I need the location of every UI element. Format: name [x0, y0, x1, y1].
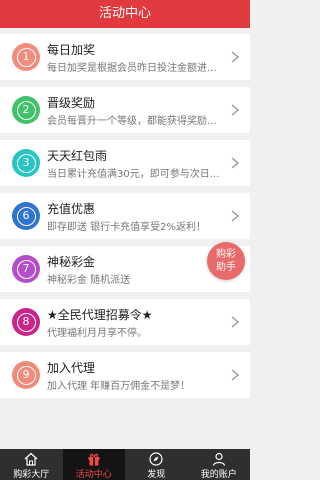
tab-my-account[interactable]: 我的账户	[188, 449, 251, 480]
promotion-title: 每日加奖	[47, 43, 96, 57]
float-button-line2: 助手	[216, 262, 236, 273]
tab-label: 活动中心	[75, 470, 112, 480]
promotion-desc: 每日加奖是根据会员昨日投注金额进...	[47, 63, 217, 74]
chevron-right-icon	[231, 369, 240, 381]
number-3-icon: 3	[12, 149, 40, 177]
float-button-line1: 购彩	[216, 249, 236, 260]
chevron-right-icon	[231, 157, 240, 169]
promotion-item-deposit-offer[interactable]: 6 充值优惠 即存即送 银行卡充值享受2%返利！	[0, 193, 250, 239]
promotion-item-daily-bonus[interactable]: 1 每日加奖 每日加奖是根据会员昨日投注金额进...	[0, 34, 250, 80]
promotion-title: 充值优惠	[47, 202, 96, 216]
chevron-right-icon	[231, 316, 240, 328]
promotion-item-red-envelope-rain[interactable]: 3 天天红包雨 当日累计充值满30元，即可参与次日...	[0, 140, 250, 186]
number-8-icon: 8	[12, 308, 40, 336]
tab-label: 发现	[147, 470, 166, 480]
number-2-icon: 2	[12, 96, 40, 124]
promotion-title: 加入代理	[47, 361, 96, 375]
number-1-icon: 1	[12, 43, 40, 71]
promotion-desc: 当日累计充值满30元，即可参与次日...	[47, 169, 220, 180]
tab-activity-center[interactable]: 活动中心	[62, 449, 125, 480]
bottom-tab-bar: 购彩大厅 活动中心 发现 我的账户	[0, 449, 250, 480]
user-icon	[212, 452, 225, 466]
tab-label: 我的账户	[200, 470, 237, 480]
home-icon	[24, 452, 38, 466]
promotion-desc: 会员每晋升一个等级，都能获得奖励...	[47, 116, 217, 127]
chevron-right-icon	[231, 210, 240, 222]
promotion-item-join-agent[interactable]: 9 加入代理 加入代理 年赚百万佣金不是梦！	[0, 352, 250, 398]
tab-lottery-hall[interactable]: 购彩大厅	[0, 449, 63, 480]
compass-icon	[149, 452, 163, 466]
promotion-desc: 代理福利月月享不停。	[47, 328, 147, 339]
promotion-desc: 加入代理 年赚百万佣金不是梦！	[47, 381, 191, 392]
promotion-item-agent-recruitment[interactable]: 8 ★全民代理招募令★ 代理福利月月享不停。	[0, 299, 250, 345]
tab-discover[interactable]: 发现	[125, 449, 188, 480]
promotion-title: 晋级奖励	[47, 96, 96, 110]
tab-label: 购彩大厅	[13, 470, 50, 480]
page-header: 活动中心	[0, 0, 250, 28]
promotion-title: 神秘彩金	[47, 255, 96, 269]
promotion-title: 天天红包雨	[47, 149, 108, 163]
promotion-desc: 神秘彩金 随机派送	[47, 275, 131, 286]
purchase-assistant-button[interactable]: 购彩 助手	[207, 242, 245, 280]
promotion-item-promotion-reward[interactable]: 2 晋级奖励 会员每晋升一个等级，都能获得奖励...	[0, 87, 250, 133]
number-7-icon: 7	[12, 255, 40, 283]
chevron-right-icon	[231, 104, 240, 116]
promotion-list: 1 每日加奖 每日加奖是根据会员昨日投注金额进... 2 晋级奖励 会员每晋升一…	[0, 34, 250, 405]
chevron-right-icon	[231, 51, 240, 63]
number-6-icon: 6	[12, 202, 40, 230]
number-9-icon: 9	[12, 361, 40, 389]
promotion-title: ★全民代理招募令★	[47, 308, 153, 322]
gift-icon	[88, 453, 100, 466]
page-title: 活动中心	[98, 6, 151, 21]
promotion-desc: 即存即送 银行卡充值享受2%返利！	[47, 222, 207, 233]
